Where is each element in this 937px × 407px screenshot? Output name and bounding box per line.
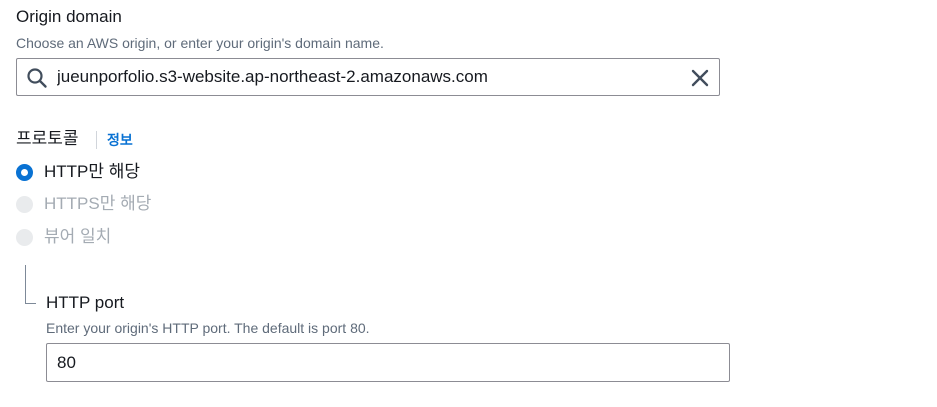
http-port-label: HTTP port: [46, 293, 125, 312]
origin-domain-description: Choose an AWS origin, or enter your orig…: [16, 35, 384, 51]
http-port-input[interactable]: [57, 344, 717, 381]
search-icon: [27, 68, 47, 88]
radio-checked-icon[interactable]: [16, 164, 33, 181]
http-port-description: Enter your origin's HTTP port. The defau…: [46, 320, 370, 336]
origin-domain-label: Origin domain: [16, 7, 122, 26]
radio-https-only-label: HTTPS만 해당: [44, 194, 152, 213]
radio-disabled-icon: [16, 229, 33, 246]
close-icon[interactable]: [690, 68, 710, 88]
label-divider: [96, 131, 97, 149]
tree-connector-horizontal: [25, 303, 36, 304]
protocol-info-link[interactable]: 정보: [107, 131, 133, 149]
radio-http-only-label: HTTP만 해당: [44, 162, 141, 181]
radio-disabled-icon: [16, 196, 33, 213]
tree-connector-vertical: [25, 265, 26, 304]
radio-match-viewer-label: 뷰어 일치: [44, 227, 112, 246]
origin-settings-form: Origin domain Choose an AWS origin, or e…: [0, 0, 937, 407]
origin-domain-input[interactable]: [57, 59, 677, 95]
origin-domain-search-box[interactable]: [16, 58, 720, 96]
protocol-label: 프로토콜: [16, 129, 79, 148]
http-port-field[interactable]: [46, 343, 730, 382]
